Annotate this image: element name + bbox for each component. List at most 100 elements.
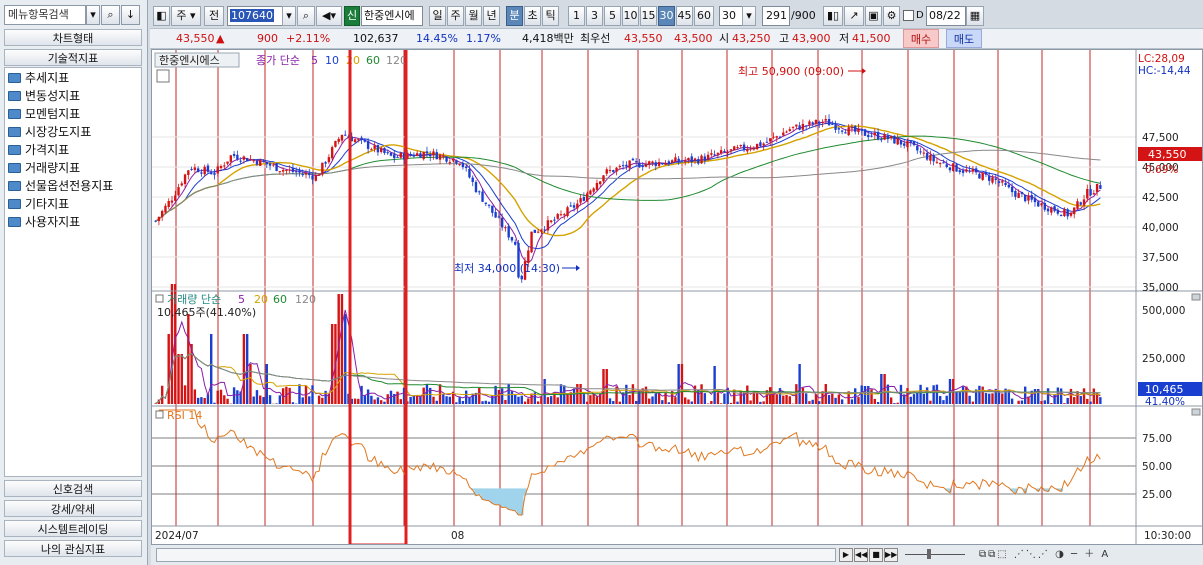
tree-item-label: 거래량지표 xyxy=(25,161,81,175)
period-select[interactable]: 주 ▾ xyxy=(171,6,201,26)
forward-button[interactable]: ▶▶ xyxy=(884,548,898,562)
tree-item[interactable]: 사용자지표 xyxy=(8,214,80,231)
interval-3[interactable]: 3 xyxy=(586,6,603,26)
search-dropdown-button[interactable]: ▾ xyxy=(86,5,100,25)
tree-item[interactable]: 거래량지표 xyxy=(8,160,80,177)
candle-body xyxy=(778,136,782,138)
candle-body xyxy=(860,130,863,132)
volume-bar xyxy=(213,402,216,404)
candle-body xyxy=(1066,209,1069,217)
stop-button[interactable]: ■ xyxy=(869,548,883,562)
interval-10[interactable]: 10 xyxy=(622,6,639,26)
first-button[interactable]: ◀◀ xyxy=(854,548,868,562)
candle-style-button[interactable]: ▮▯ xyxy=(823,6,843,26)
layout-icon: ◧ xyxy=(156,9,167,22)
interval-60[interactable]: 60 xyxy=(694,6,714,26)
volume-bar xyxy=(752,391,756,404)
candle-body xyxy=(494,212,497,218)
period-year[interactable]: 년 xyxy=(483,6,500,26)
volume-bar xyxy=(435,400,438,404)
candle-body xyxy=(409,153,412,156)
panel-max-icon[interactable] xyxy=(1191,293,1201,301)
date-input[interactable]: 08/22 xyxy=(926,6,966,26)
candle-body xyxy=(180,183,183,186)
rsi-tick: 50.00 xyxy=(1142,461,1172,473)
interval-5[interactable]: 5 xyxy=(604,6,621,26)
move-down-button[interactable]: ↓ xyxy=(121,5,140,25)
tree-item[interactable]: 시장강도지표 xyxy=(8,124,91,141)
current-volume-pct: 41.40% xyxy=(1145,396,1185,408)
search-button[interactable]: ⌕ xyxy=(101,5,120,25)
interval-input[interactable]: 30 xyxy=(719,6,743,26)
candle-body xyxy=(651,161,654,164)
technical-indicator-button[interactable]: 기술적지표 xyxy=(4,49,142,66)
code-dropdown[interactable]: ▾ xyxy=(282,6,296,26)
prev-button[interactable]: 전 xyxy=(204,6,224,26)
volume-bar xyxy=(978,385,981,404)
period-minute[interactable]: 분 xyxy=(506,6,523,26)
grid-toggle-icon[interactable] xyxy=(156,69,170,83)
turnover-percent: 14.45% xyxy=(416,32,458,45)
my-indicators-button[interactable]: 나의 관심지표 xyxy=(4,540,142,557)
tree-item[interactable]: 선물옵션전용지표 xyxy=(8,178,113,195)
change-percent: +2.11% xyxy=(286,32,331,45)
interval-45[interactable]: 45 xyxy=(676,6,693,26)
tree-item[interactable]: 변동성지표 xyxy=(8,88,80,105)
zoom-slider[interactable] xyxy=(905,554,965,555)
panel-max-icon[interactable] xyxy=(1191,408,1201,416)
volume-bar xyxy=(749,400,752,404)
menu-search-input[interactable]: 메뉴항목검색 xyxy=(4,5,86,25)
candle-body xyxy=(621,165,625,167)
sell-button[interactable]: 매도 xyxy=(946,29,982,48)
candle-body xyxy=(697,159,700,164)
panel-toggle-icon[interactable] xyxy=(155,410,164,419)
candle-body xyxy=(1017,192,1020,198)
period-week[interactable]: 주 xyxy=(447,6,464,26)
bull-bear-button[interactable]: 강세/약세 xyxy=(4,500,142,517)
interval-30[interactable]: 30 xyxy=(658,6,675,26)
data-count-input[interactable]: 291 xyxy=(762,6,790,26)
system-trading-button[interactable]: 시스템트레이딩 xyxy=(4,520,142,537)
panel-toggle-icon[interactable] xyxy=(155,294,164,303)
buy-button[interactable]: 매수 xyxy=(903,29,939,48)
period-second[interactable]: 초 xyxy=(524,6,541,26)
fast-forward-icon: ▶▶ xyxy=(885,550,898,559)
calendar-button[interactable]: ▦ xyxy=(966,6,984,26)
drawing-tools[interactable]: ⧉⧉⬚ ⋰⋱⋰ ◑ ─ ＋ A xyxy=(979,548,1189,562)
horizontal-scrollbar[interactable] xyxy=(156,548,836,562)
tree-item[interactable]: 추세지표 xyxy=(8,70,69,87)
volume-bar xyxy=(889,397,893,404)
interval-dropdown[interactable]: ▾ xyxy=(742,6,756,26)
layout-button[interactable]: ◧ xyxy=(153,6,170,26)
candle-body xyxy=(726,152,729,154)
stock-chart-svg[interactable]: 47,50045,00042,50040,00037,50035,000 500… xyxy=(152,42,1202,547)
candle-body xyxy=(801,123,805,130)
candle-body xyxy=(752,147,756,150)
period-tick[interactable]: 틱 xyxy=(542,6,559,26)
scroll-right-button[interactable]: ▶ xyxy=(839,548,853,562)
volume-bar xyxy=(193,389,197,404)
zoom-slider-handle[interactable] xyxy=(927,549,931,559)
period-month[interactable]: 월 xyxy=(465,6,482,26)
candle-body xyxy=(795,124,798,127)
save-button[interactable]: ▣ xyxy=(865,6,882,26)
interval-15[interactable]: 15 xyxy=(640,6,657,26)
sound-button[interactable]: ◀▾ xyxy=(316,6,342,26)
tree-item[interactable]: 가격지표 xyxy=(8,142,69,159)
tree-item[interactable]: 모멘텀지표 xyxy=(8,106,80,123)
settings-button[interactable]: ⚙ xyxy=(883,6,900,26)
stock-search-button[interactable]: ⌕ xyxy=(297,6,315,26)
stock-code-input[interactable]: 107640 xyxy=(227,6,283,26)
volume-bar xyxy=(510,391,514,404)
chart-type-button[interactable]: 차트형태 xyxy=(4,29,142,46)
tree-item[interactable]: 기타지표 xyxy=(8,196,69,213)
trend-tool-button[interactable]: ↗ xyxy=(844,6,864,26)
signal-search-button[interactable]: 신호검색 xyxy=(4,480,142,497)
tree-item-label: 기타지표 xyxy=(25,197,70,211)
chart-area[interactable]: 47,500 45,000 42,500 40,000 37,500 35,000 500… xyxy=(151,42,1203,547)
period-day[interactable]: 일 xyxy=(429,6,446,26)
candle-body xyxy=(974,168,978,173)
candle-body xyxy=(245,158,249,162)
date-checkbox[interactable] xyxy=(903,10,914,21)
interval-1[interactable]: 1 xyxy=(568,6,585,26)
